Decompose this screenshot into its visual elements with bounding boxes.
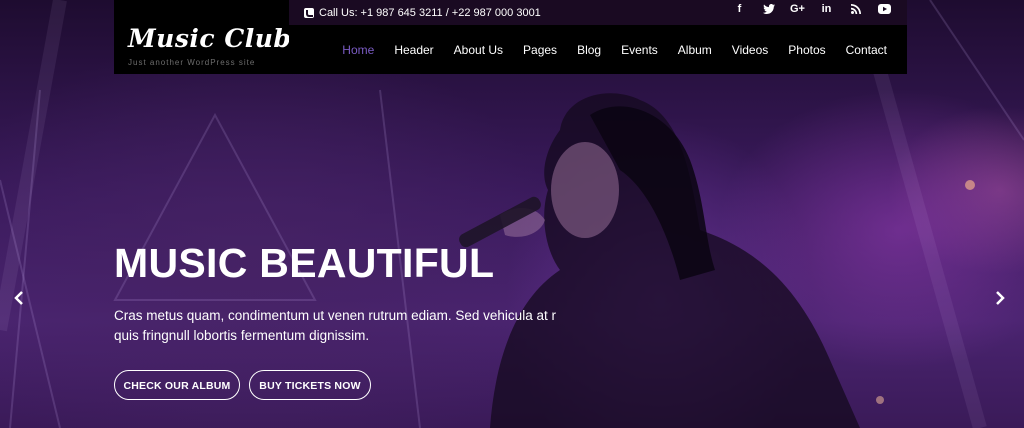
site-logo[interactable]: Music Club Just another WordPress site: [114, 0, 291, 74]
nav-item-pages[interactable]: Pages: [513, 43, 567, 57]
google-plus-icon[interactable]: G+: [783, 3, 812, 15]
nav-item-photos[interactable]: Photos: [778, 43, 835, 57]
top-bar: Call Us: +1 987 645 3211 / +22 987 000 3…: [289, 0, 907, 25]
nav-menu: Home Header About Us Pages Blog Events A…: [332, 25, 897, 74]
site-title[interactable]: Music Club: [128, 24, 291, 53]
slider-prev-arrow-icon[interactable]: [12, 290, 26, 306]
hero-description: Cras metus quam, condimentum ut venen ru…: [114, 308, 556, 343]
youtube-icon[interactable]: [870, 3, 899, 15]
contact-label: Call Us: +1 987 645 3211 / +22 987 000 3…: [319, 6, 541, 19]
nav-item-events[interactable]: Events: [611, 43, 668, 57]
site-tagline: Just another WordPress site: [128, 58, 256, 67]
hero-headline: MUSIC BEAUTIFUL: [114, 240, 495, 286]
contact-info: Call Us: +1 987 645 3211 / +22 987 000 3…: [304, 0, 541, 25]
social-links: f G+ in: [725, 0, 899, 17]
nav-item-contact[interactable]: Contact: [836, 43, 897, 57]
buy-tickets-now-button[interactable]: BUY TICKETS NOW: [249, 370, 371, 400]
rss-icon[interactable]: [841, 3, 870, 15]
nav-item-videos[interactable]: Videos: [722, 43, 778, 57]
nav-item-home[interactable]: Home: [332, 43, 384, 57]
nav-item-blog[interactable]: Blog: [567, 43, 611, 57]
nav-item-about-us[interactable]: About Us: [444, 43, 513, 57]
twitter-icon[interactable]: [754, 3, 783, 15]
nav-item-album[interactable]: Album: [668, 43, 722, 57]
check-our-album-button[interactable]: CHECK OUR ALBUM: [114, 370, 240, 400]
phone-icon: [304, 7, 314, 18]
main-navigation: Home Header About Us Pages Blog Events A…: [289, 25, 907, 74]
nav-item-header[interactable]: Header: [384, 43, 443, 57]
slider-next-arrow-icon[interactable]: [993, 290, 1007, 306]
linkedin-icon[interactable]: in: [812, 3, 841, 15]
facebook-icon[interactable]: f: [725, 3, 754, 15]
